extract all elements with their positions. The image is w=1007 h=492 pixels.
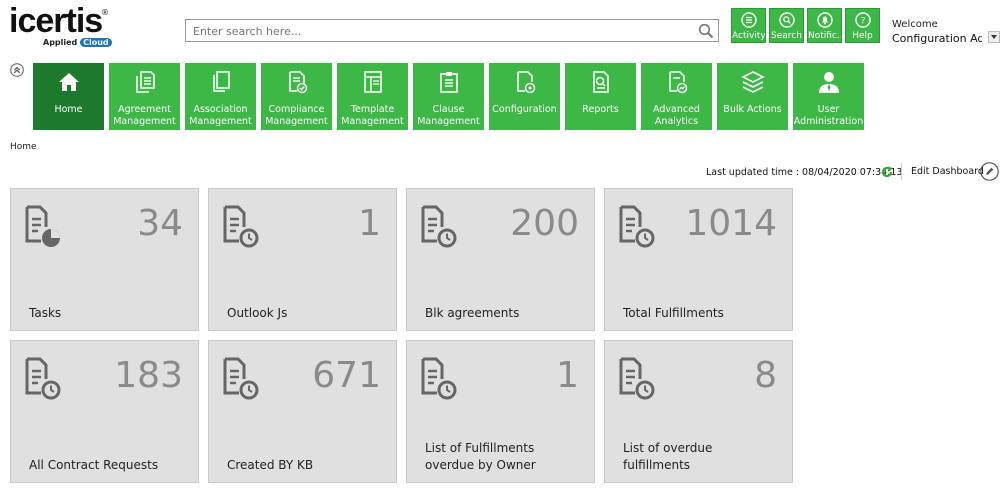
tile-count: 671 xyxy=(312,355,381,396)
nav-reports[interactable]: Reports xyxy=(565,63,636,130)
document-clock-icon xyxy=(25,357,61,400)
activity-button-label: Activity xyxy=(732,31,765,41)
tile-label: List of overdue fulfillments xyxy=(623,441,713,472)
report-icon xyxy=(592,71,609,93)
nav-reports-label: Reports xyxy=(582,104,619,115)
tile-count: 8 xyxy=(754,355,777,396)
document-clock-icon xyxy=(619,205,655,248)
nav-configuration-label: Configuration xyxy=(492,104,557,115)
bell-icon xyxy=(817,12,833,28)
tile-count: 183 xyxy=(114,355,183,396)
user-menu-dropdown[interactable] xyxy=(988,31,1000,43)
tile-label: Outlook Js xyxy=(227,306,288,320)
nav-clause-management[interactable]: Clause Management xyxy=(413,63,484,130)
clipboard-icon xyxy=(439,72,458,93)
analytics-icon xyxy=(668,71,687,94)
search-button-label: Search xyxy=(771,31,802,41)
notifications-button-label: Notific... xyxy=(808,31,841,41)
dashboard-tile[interactable]: 183 All Contract Requests xyxy=(10,340,199,483)
nav-advanced-analytics-label: Advanced Analytics xyxy=(653,104,700,127)
tile-label: Blk agreements xyxy=(425,306,520,320)
tile-label: All Contract Requests xyxy=(29,458,159,472)
nav-association-management-label: Association Management xyxy=(189,104,252,127)
svg-text:?: ? xyxy=(861,17,866,27)
breadcrumb[interactable]: Home xyxy=(10,142,37,152)
copy-documents-icon xyxy=(212,71,230,92)
brand-tagline: Applied Cloud xyxy=(43,38,112,47)
search-icon xyxy=(779,12,795,28)
dashboard-tile[interactable]: 671 Created BY KB xyxy=(208,340,397,483)
nav-home-label: Home xyxy=(54,104,83,115)
nav-configuration[interactable]: Configuration xyxy=(489,63,560,130)
last-updated-time: Last updated time : 08/04/2020 07:34:13 xyxy=(706,167,903,178)
tile-count: 1 xyxy=(358,203,381,244)
header-divider xyxy=(901,163,902,180)
nav-template-management[interactable]: Template Management xyxy=(337,63,408,130)
document-clock-icon xyxy=(223,357,259,400)
brand-tagline-cloud: Cloud xyxy=(80,38,112,47)
tile-label: Created BY KB xyxy=(227,458,314,472)
refresh-icon[interactable] xyxy=(881,166,893,178)
nav-compliance-management[interactable]: Compliance Management xyxy=(261,63,332,130)
dashboard-tile[interactable]: 1 List of Fulfillments overdue by Owner xyxy=(406,340,595,483)
dashboard-tile[interactable]: 34 Tasks xyxy=(10,188,199,331)
user-name[interactable]: Configuration Ad... xyxy=(892,32,982,45)
tile-count: 1014 xyxy=(685,203,777,244)
document-clock-icon xyxy=(619,357,655,400)
document-gear-icon xyxy=(516,71,535,94)
collapse-nav-icon[interactable] xyxy=(10,63,24,77)
list-icon xyxy=(741,12,757,28)
tile-count: 1 xyxy=(556,355,579,396)
template-icon xyxy=(363,71,382,93)
nav-user-administration[interactable]: User Administration xyxy=(793,63,864,130)
document-chart-icon xyxy=(25,205,60,247)
edit-dashboard-link[interactable]: Edit Dashboard xyxy=(911,166,984,177)
document-clock-icon xyxy=(421,357,457,400)
document-clock-icon xyxy=(421,205,457,248)
search-input[interactable] xyxy=(191,20,695,43)
nav-template-management-label: Template Management xyxy=(341,104,404,127)
help-button-label: Help xyxy=(852,31,873,41)
user-icon xyxy=(818,72,839,93)
brand-logo: icertis ® Applied Cloud xyxy=(9,4,119,47)
nav-agreement-management-label: Agreement Management xyxy=(113,104,176,127)
nav-bulk-actions-label: Bulk Actions xyxy=(723,104,782,115)
search-icon[interactable] xyxy=(698,23,714,39)
nav-advanced-analytics[interactable]: Advanced Analytics xyxy=(641,63,712,130)
global-search xyxy=(185,19,719,43)
home-icon xyxy=(58,73,79,91)
document-check-icon xyxy=(288,71,307,94)
nav-home[interactable]: Home xyxy=(33,63,104,130)
brand-registered-mark: ® xyxy=(101,8,109,17)
tile-count: 34 xyxy=(137,203,183,244)
welcome-text: Welcome xyxy=(892,19,938,30)
document-clock-icon xyxy=(223,205,259,248)
search-button[interactable]: Search xyxy=(769,8,804,43)
dashboard-tile[interactable]: 1014 Total Fulfillments xyxy=(604,188,793,331)
dashboard-tile[interactable]: 200 Blk agreements xyxy=(406,188,595,331)
notifications-button[interactable]: Notific... xyxy=(807,8,842,43)
documents-icon xyxy=(135,71,155,93)
layers-icon xyxy=(740,71,765,93)
nav-clause-management-label: Clause Management xyxy=(417,104,480,127)
dashboard-tile[interactable]: 8 List of overdue fulfillments xyxy=(604,340,793,483)
brand-tagline-prefix: Applied xyxy=(43,38,78,47)
nav-agreement-management[interactable]: Agreement Management xyxy=(109,63,180,130)
tile-count: 200 xyxy=(510,203,579,244)
nav-compliance-management-label: Compliance Management xyxy=(265,104,328,127)
help-icon: ? xyxy=(855,12,871,28)
pencil-icon[interactable] xyxy=(980,162,999,181)
tile-label: List of Fulfillments overdue by Owner xyxy=(425,441,536,472)
help-button[interactable]: ? Help xyxy=(845,8,880,43)
activity-button[interactable]: Activity xyxy=(731,8,766,43)
tile-label: Total Fulfillments xyxy=(623,306,724,320)
nav-bulk-actions[interactable]: Bulk Actions xyxy=(717,63,788,130)
tile-label: Tasks xyxy=(29,306,62,320)
nav-association-management[interactable]: Association Management xyxy=(185,63,256,130)
nav-user-administration-label: User Administration xyxy=(793,104,864,127)
dashboard-tile[interactable]: 1 Outlook Js xyxy=(208,188,397,331)
